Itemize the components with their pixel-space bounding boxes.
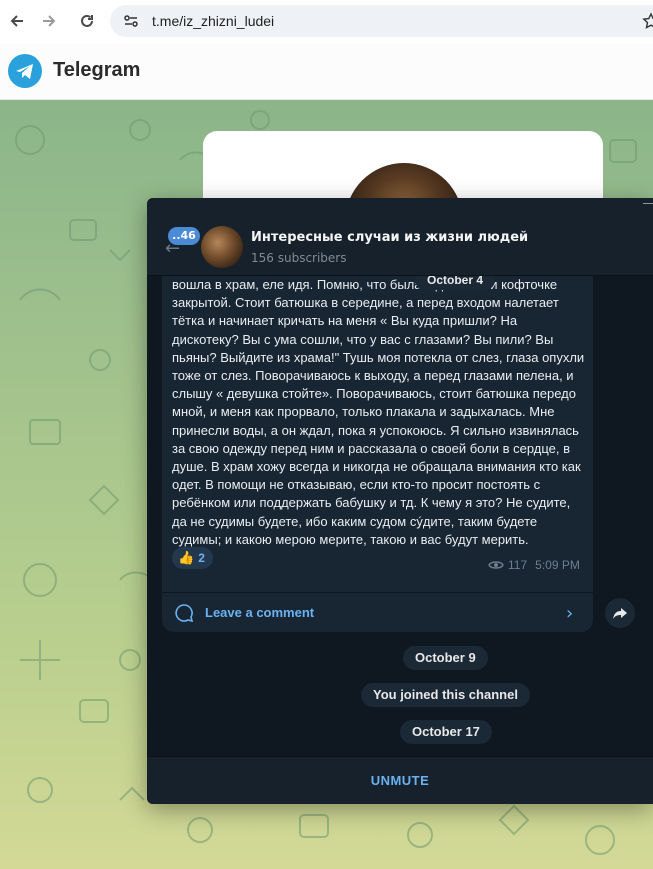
message-bubble[interactable]: вошла в храм, еле идя. Помню, что была в…: [162, 260, 593, 632]
leave-comment-label: Leave a comment: [205, 605, 315, 620]
message-feed: вошла в храм, еле идя. Помню, что была в…: [147, 260, 653, 756]
app-title[interactable]: Telegram: [53, 59, 140, 82]
comment-bubble-icon: [175, 604, 194, 623]
url-text: t.me/iz_zhizni_ludei: [152, 13, 275, 29]
bottom-action-bar: UNMUTE: [147, 756, 653, 804]
browser-toolbar: t.me/iz_zhizni_ludei: [0, 0, 653, 44]
message-text: вошла в храм, еле идя. Помню, что была в…: [172, 277, 585, 547]
minimize-icon[interactable]: [643, 203, 653, 204]
views-eye-icon: [488, 561, 504, 569]
joined-channel-notice: You joined this channel: [361, 683, 530, 707]
chevron-right-icon: ›: [566, 603, 574, 624]
address-bar[interactable]: t.me/iz_zhizni_ludei: [110, 5, 653, 37]
channel-name: Интересные случаи из жизни людей: [251, 230, 529, 245]
subscriber-count: 156 subscribers: [251, 251, 347, 265]
reaction-count: 2: [198, 551, 205, 565]
unread-badge: ..46: [168, 227, 200, 245]
reaction-thumbs-up[interactable]: 👍 2: [172, 547, 213, 569]
channel-avatar[interactable]: [201, 226, 243, 268]
telegram-window: ← ..46 Интересные случаи из жизни людей …: [147, 198, 653, 804]
message-meta: 117 5:09 PM: [488, 558, 580, 572]
back-arrow-icon[interactable]: [6, 10, 28, 32]
message-time: 5:09 PM: [535, 558, 580, 572]
channel-header[interactable]: ← ..46 Интересные случаи из жизни людей …: [147, 214, 653, 276]
bookmark-star-icon[interactable]: [642, 12, 653, 30]
window-titlebar: [147, 198, 653, 214]
site-settings-icon[interactable]: [122, 12, 140, 30]
leave-comment-button[interactable]: Leave a comment ›: [162, 592, 593, 632]
share-button[interactable]: [605, 598, 635, 628]
view-count: 117: [508, 558, 528, 572]
date-separator-1: October 9: [403, 646, 488, 670]
thumbs-up-icon: 👍: [178, 550, 195, 566]
share-arrow-icon: [613, 608, 627, 619]
telegram-plane-icon[interactable]: [8, 54, 42, 88]
forward-arrow-icon[interactable]: [38, 10, 60, 32]
date-separator-2: October 17: [400, 720, 492, 744]
telegram-web-header: Telegram: [0, 44, 653, 100]
reload-icon[interactable]: [76, 10, 98, 32]
unmute-button[interactable]: UNMUTE: [147, 757, 653, 804]
